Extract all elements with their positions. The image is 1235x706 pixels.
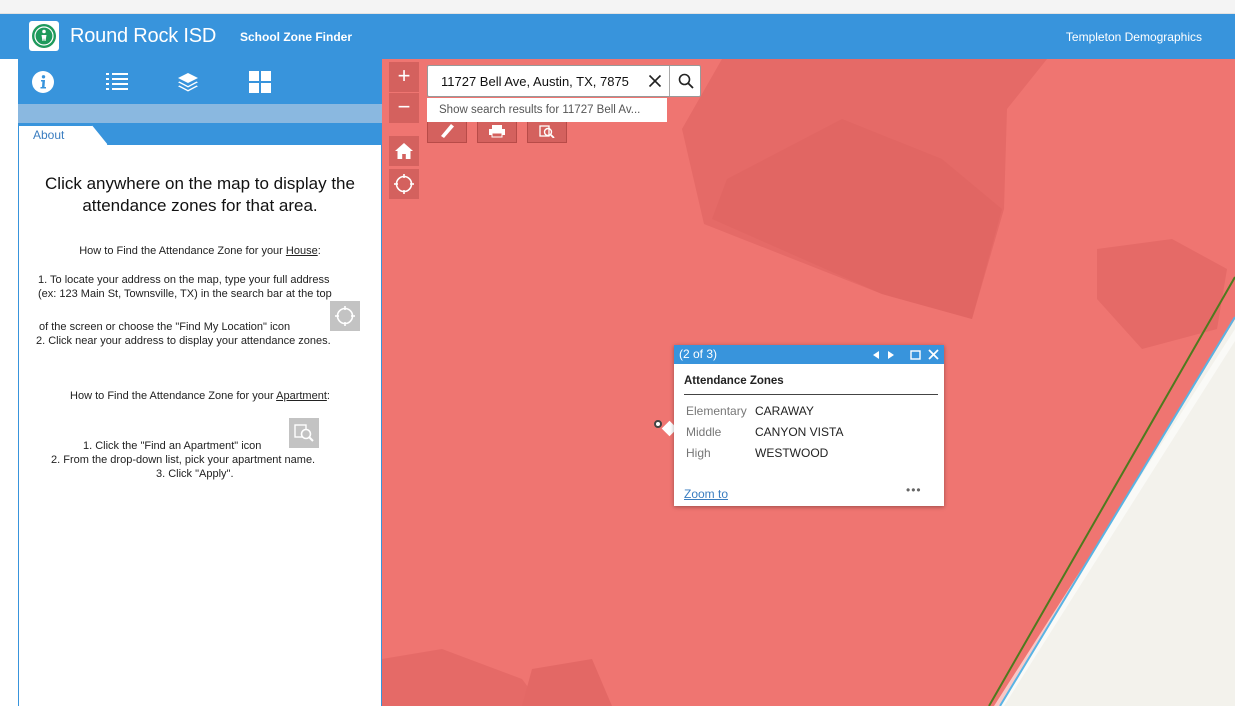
info-icon bbox=[32, 71, 54, 93]
app-header: Round Rock ISD School Zone Finder Temple… bbox=[0, 14, 1235, 59]
attendance-popup: (2 of 3) Attendance Zones Elementary CAR… bbox=[674, 345, 944, 506]
find-apartment-icon bbox=[294, 424, 314, 442]
popup-divider bbox=[684, 394, 938, 395]
panel-tabs: About bbox=[18, 123, 382, 145]
house-step1-line3: of the screen or choose the "Find My Loc… bbox=[39, 321, 291, 333]
popup-row-value: WESTWOOD bbox=[755, 446, 829, 460]
house-step2: 2. Click near your address to display yo… bbox=[36, 335, 331, 347]
apartment-heading-text: How to Find the Attendance Zone for your bbox=[70, 390, 277, 402]
popup-header: (2 of 3) bbox=[674, 345, 944, 364]
house-heading-text: How to Find the Attendance Zone for your bbox=[79, 245, 286, 257]
search-suggestion[interactable]: Show search results for 11727 Bell Av... bbox=[427, 98, 667, 122]
popup-row-label: Middle bbox=[686, 425, 722, 439]
app-title: Round Rock ISD bbox=[70, 25, 217, 47]
district-logo bbox=[29, 21, 59, 51]
search-clear-button[interactable] bbox=[644, 70, 666, 92]
home-icon bbox=[395, 143, 413, 159]
about-lead-text: Click anywhere on the map to display the… bbox=[45, 174, 355, 215]
popup-maximize-button[interactable] bbox=[909, 348, 921, 361]
popup-next-button[interactable] bbox=[886, 348, 896, 361]
apartment-step3: 3. Click "Apply". bbox=[156, 468, 234, 480]
house-heading-colon: : bbox=[317, 245, 321, 257]
apartment-heading-colon: : bbox=[326, 390, 330, 402]
ruler-icon bbox=[441, 124, 454, 138]
app-root: Round Rock ISD School Zone Finder Temple… bbox=[0, 0, 1235, 706]
close-icon bbox=[648, 74, 662, 88]
popup-row-value: CANYON VISTA bbox=[755, 425, 844, 439]
printer-icon bbox=[489, 125, 505, 138]
zoom-in-button[interactable]: + bbox=[389, 62, 419, 92]
search-input[interactable] bbox=[428, 66, 638, 96]
search-box bbox=[427, 65, 701, 97]
basemap-gallery-button[interactable] bbox=[245, 67, 275, 97]
popup-row-label: High bbox=[686, 446, 711, 460]
search-icon bbox=[678, 73, 694, 89]
browser-top-strip bbox=[0, 0, 1235, 14]
apartment-link[interactable]: Apartment bbox=[276, 390, 327, 402]
basemap-grid-icon bbox=[249, 71, 271, 93]
locate-icon bbox=[394, 174, 414, 194]
apartment-step2: 2. From the drop-down list, pick your ap… bbox=[51, 454, 316, 466]
panel-toolbar bbox=[18, 59, 382, 104]
popup-prev-button[interactable] bbox=[871, 348, 881, 361]
search-button[interactable] bbox=[669, 66, 701, 96]
popup-counter: (2 of 3) bbox=[679, 347, 718, 361]
popup-title: Attendance Zones bbox=[684, 375, 784, 387]
triangle-right-icon bbox=[888, 350, 894, 359]
find-my-location-icon-example bbox=[330, 301, 360, 331]
app-subtitle: School Zone Finder bbox=[240, 30, 353, 44]
house-step1-line2: (ex: 123 Main St, Townsville, TX) in the… bbox=[38, 288, 332, 300]
layers-button[interactable] bbox=[173, 67, 203, 97]
person-logo-icon bbox=[34, 26, 54, 46]
side-panel: About Click anywhere on the map to displ… bbox=[0, 59, 382, 706]
legend-list-icon bbox=[106, 73, 128, 90]
about-content: Click anywhere on the map to display the… bbox=[18, 145, 382, 706]
popup-close-button[interactable] bbox=[927, 348, 939, 361]
triangle-left-icon bbox=[873, 350, 879, 359]
house-link[interactable]: House bbox=[286, 245, 318, 257]
house-heading: How to Find the Attendance Zone for your… bbox=[19, 245, 381, 257]
zoom-out-button[interactable]: − bbox=[389, 93, 419, 123]
apartment-heading: How to Find the Attendance Zone for your… bbox=[19, 390, 381, 402]
find-my-location-button[interactable] bbox=[389, 169, 419, 199]
map-view[interactable]: + − 11727 Bell Ave, Austin, TX, 7875 Sho… bbox=[382, 59, 1235, 706]
close-icon bbox=[927, 349, 939, 360]
legend-button[interactable] bbox=[102, 67, 132, 97]
find-apartment-tool-icon bbox=[539, 125, 555, 138]
header-credit-link[interactable]: Templeton Demographics bbox=[1066, 30, 1202, 44]
zoom-to-link[interactable]: Zoom to bbox=[684, 487, 728, 501]
apartment-step1: 1. Click the "Find an Apartment" icon bbox=[83, 440, 262, 452]
layers-icon bbox=[178, 73, 198, 92]
popup-row-value: CARAWAY bbox=[755, 404, 814, 418]
popup-more-menu[interactable]: ••• bbox=[906, 483, 922, 497]
find-apartment-icon-example bbox=[289, 418, 319, 448]
locate-crosshair-icon bbox=[335, 306, 355, 326]
info-button[interactable] bbox=[28, 67, 58, 97]
map-anchor-point bbox=[654, 420, 662, 428]
home-button[interactable] bbox=[389, 136, 419, 166]
popup-row-label: Elementary bbox=[686, 404, 747, 418]
maximize-icon bbox=[909, 349, 921, 360]
house-step1-line1: 1. To locate your address on the map, ty… bbox=[38, 274, 330, 286]
panel-band bbox=[18, 104, 382, 123]
